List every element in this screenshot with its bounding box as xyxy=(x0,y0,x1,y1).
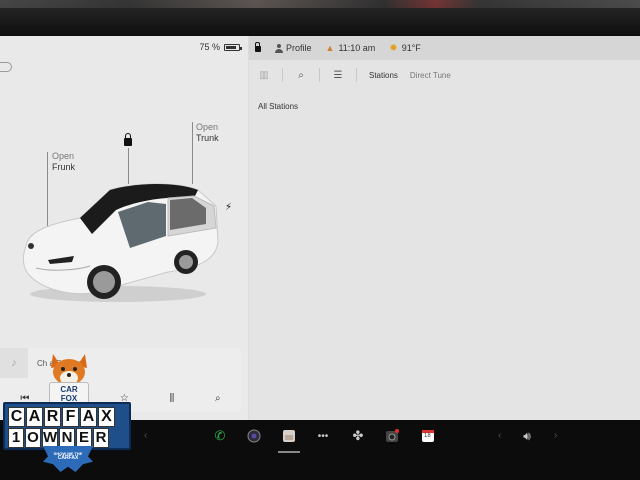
tab-stations[interactable]: Stations xyxy=(369,71,398,80)
fan-icon[interactable]: ✤ xyxy=(350,428,366,444)
volume-down-chevron-icon[interactable]: ‹ xyxy=(498,430,501,441)
phone-icon[interactable]: ✆ xyxy=(212,428,228,444)
carfax-plate: C A R F A X 1 O W N E R xyxy=(3,402,131,450)
carfax-letter: R xyxy=(44,407,61,427)
toolbar-divider xyxy=(319,68,320,82)
lock-status-icon xyxy=(255,42,261,52)
status-bar: Profile ▲ 11:10 am ✹ 91°F xyxy=(249,36,640,60)
trunk-button[interactable]: Open Trunk xyxy=(196,122,219,144)
frunk-button[interactable]: Open Frunk xyxy=(52,151,75,173)
search-icon[interactable]: ⌕ xyxy=(286,70,316,81)
radio-toolbar: ▥ ⌕ ☰ Stations Direct Tune xyxy=(249,60,640,90)
active-app-indicator xyxy=(278,451,300,453)
carfax-row-2: 1 O W N E R xyxy=(8,428,109,448)
radio-source-icon[interactable]: ▥ xyxy=(249,70,279,81)
volume-icon[interactable]: 🔊︎ xyxy=(519,428,535,444)
carfax-badge: CAR FOX C A R F A X 1 O W N E R SHOW ME … xyxy=(3,350,133,474)
battery-percent: 75 % xyxy=(199,42,220,52)
battery-status: 75 % xyxy=(199,42,242,52)
frunk-action: Open xyxy=(52,151,75,161)
trunk-action: Open xyxy=(196,122,219,132)
clock: ▲ 11:10 am xyxy=(326,43,376,53)
carfax-letter: R xyxy=(93,428,109,448)
chevron-left-icon[interactable]: ‹ xyxy=(144,430,147,441)
bezel-top xyxy=(0,0,640,36)
toolbar-divider xyxy=(356,68,357,82)
calendar-day: 18 xyxy=(424,433,431,439)
carfax-letter: W xyxy=(42,428,58,448)
trunk-label: Trunk xyxy=(196,133,219,143)
carfax-fox-sign: CAR FOX xyxy=(49,382,89,404)
reflection xyxy=(0,0,640,8)
profile-button[interactable]: Profile xyxy=(275,43,312,53)
car-model-image xyxy=(22,183,219,302)
camera-toggle-icon[interactable] xyxy=(0,62,12,72)
lock-icon[interactable] xyxy=(124,133,132,146)
carfax-letter: 1 xyxy=(8,428,24,448)
profile-icon xyxy=(275,43,283,53)
lock-status[interactable] xyxy=(255,42,261,52)
camera-app-icon[interactable] xyxy=(246,428,262,444)
all-stations-heading: All Stations xyxy=(258,102,299,111)
more-icon[interactable]: ••• xyxy=(315,428,331,444)
sun-icon: ✹ xyxy=(389,42,398,54)
tab-direct-tune[interactable]: Direct Tune xyxy=(410,71,451,80)
carfax-sign-line1: CAR xyxy=(60,385,78,394)
carfax-tagline: SHOW ME THE CARFAX xyxy=(47,451,89,461)
profile-label: Profile xyxy=(286,43,312,53)
media-search-icon[interactable]: ⌕ xyxy=(215,393,221,404)
outside-temp: ✹ 91°F xyxy=(389,43,421,54)
toolbar-divider xyxy=(282,68,283,82)
carfax-letter: X xyxy=(98,407,115,427)
radio-panel: Profile ▲ 11:10 am ✹ 91°F ▥ ⌕ ☰ Stations… xyxy=(249,36,640,420)
trunk-callout-line xyxy=(192,122,193,184)
equalizer-icon[interactable]: ⫼ xyxy=(170,393,175,404)
carfax-letter: F xyxy=(62,407,79,427)
carfax-letter: A xyxy=(80,407,97,427)
volume-up-chevron-icon[interactable]: › xyxy=(554,430,557,441)
carfax-tagline-2: CARFAX xyxy=(57,455,79,461)
carfax-letter: E xyxy=(76,428,92,448)
carfax-letter: O xyxy=(25,428,41,448)
warning-icon: ▲ xyxy=(325,43,335,53)
toybox-icon[interactable] xyxy=(281,428,297,444)
time-label: 11:10 am xyxy=(338,43,376,53)
carfax-letter: A xyxy=(26,407,43,427)
carfax-letter: C xyxy=(8,407,25,427)
battery-icon xyxy=(224,43,242,51)
temperature-label: 91°F xyxy=(401,43,421,53)
carfax-row-1: C A R F A X xyxy=(8,407,115,427)
frunk-label: Frunk xyxy=(52,162,76,172)
list-icon[interactable]: ☰ xyxy=(323,70,353,81)
dashcam-icon[interactable] xyxy=(384,428,400,444)
carfax-letter: N xyxy=(59,428,75,448)
